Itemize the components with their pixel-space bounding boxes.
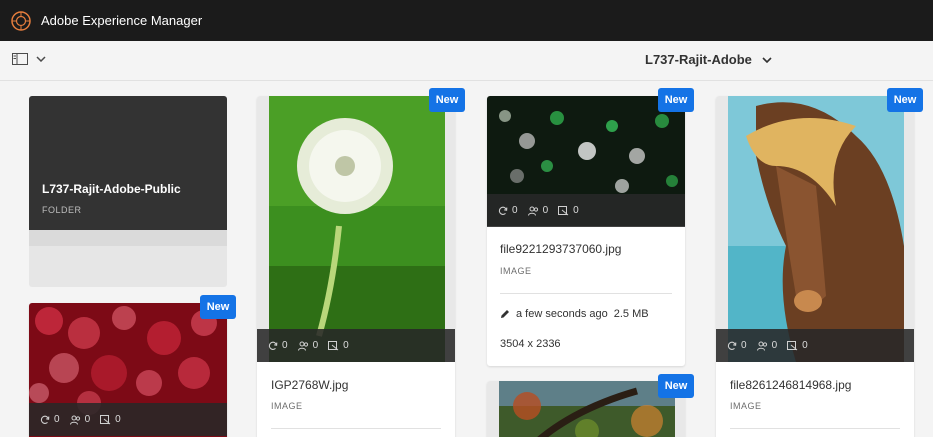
asset-type: IMAGE xyxy=(271,401,303,411)
users-icon xyxy=(527,205,539,216)
task-count: 0 xyxy=(573,205,579,216)
new-badge: New xyxy=(200,295,236,319)
task-count: 0 xyxy=(802,340,808,351)
asset-modified-info: a few seconds ago 2.5 MB xyxy=(500,308,649,320)
asset-type: IMAGE xyxy=(500,266,532,276)
version-count: 0 xyxy=(54,414,60,425)
divider xyxy=(500,293,672,294)
asset-filename: IGP2768W.jpg xyxy=(271,378,349,392)
app-title[interactable]: Adobe Experience Manager xyxy=(41,13,202,28)
sync-icon xyxy=(39,414,50,425)
asset-thumbnail xyxy=(487,381,685,437)
version-count: 0 xyxy=(282,340,288,351)
version-count: 0 xyxy=(512,205,518,216)
sync-icon xyxy=(726,340,737,351)
comment-count: 0 xyxy=(542,205,549,216)
modified-time: a few seconds ago xyxy=(516,308,608,320)
task-icon xyxy=(558,205,569,216)
folder-card[interactable]: L737-Rajit-Adobe-Public FOLDER xyxy=(29,96,227,287)
comment-count: 0 xyxy=(312,340,319,351)
asset-meta-bar: 0 0 0 xyxy=(487,194,685,227)
folder-strip xyxy=(29,230,227,246)
rail-toggle-button[interactable] xyxy=(12,53,46,65)
asset-card[interactable]: 0 0 0 IGP2768W.jpg IMAGE xyxy=(257,96,455,437)
location-title: L737-Rajit-Adobe xyxy=(645,52,752,67)
asset-thumbnail xyxy=(257,96,455,362)
pencil-icon xyxy=(501,310,509,318)
chevron-down-icon xyxy=(762,56,772,63)
users-icon xyxy=(69,414,81,425)
version-count: 0 xyxy=(741,340,747,351)
folder-type: FOLDER xyxy=(42,205,82,215)
toolbar: L737-Rajit-Adobe xyxy=(0,41,933,81)
task-count: 0 xyxy=(343,340,349,351)
location-dropdown[interactable]: L737-Rajit-Adobe xyxy=(645,52,772,67)
asset-card[interactable]: 0 0 0 file9221293737060.jpg IMAGE a few … xyxy=(487,96,685,366)
folder-name: L737-Rajit-Adobe-Public xyxy=(42,182,181,196)
asset-filename: file8261246814968.jpg xyxy=(730,378,852,392)
asset-card[interactable]: 0 0 0 file8261246814968.jpg IMAGE xyxy=(716,96,914,437)
new-badge: New xyxy=(658,374,694,398)
new-badge: New xyxy=(429,88,465,112)
task-icon xyxy=(787,340,798,351)
task-icon xyxy=(100,414,111,425)
asset-meta-bar: 0 0 0 xyxy=(29,403,227,436)
asset-filename: file9221293737060.jpg xyxy=(500,242,622,256)
panel-icon xyxy=(12,53,28,65)
asset-meta-bar: 0 0 0 xyxy=(716,329,914,362)
sync-icon xyxy=(497,205,508,216)
new-badge: New xyxy=(887,88,923,112)
asset-type: IMAGE xyxy=(730,401,762,411)
asset-thumbnail xyxy=(716,96,914,362)
adobe-aem-logo-icon[interactable] xyxy=(10,10,32,32)
file-size: 2.5 MB xyxy=(613,308,649,320)
divider xyxy=(730,428,900,429)
sync-icon xyxy=(267,340,278,351)
asset-dimensions: 3504 x 2336 xyxy=(500,338,561,350)
chevron-down-icon xyxy=(36,56,46,62)
task-count: 0 xyxy=(115,414,121,425)
comment-count: 0 xyxy=(84,414,91,425)
divider xyxy=(271,428,441,429)
comment-count: 0 xyxy=(771,340,778,351)
asset-card[interactable] xyxy=(487,381,685,437)
top-bar: Adobe Experience Manager xyxy=(0,0,933,41)
folder-thumbnail: L737-Rajit-Adobe-Public FOLDER xyxy=(29,96,227,230)
asset-meta-bar: 0 0 0 xyxy=(257,329,455,362)
users-icon xyxy=(297,340,309,351)
task-icon xyxy=(328,340,339,351)
asset-card[interactable]: 0 0 0 xyxy=(29,303,227,437)
new-badge: New xyxy=(658,88,694,112)
users-icon xyxy=(756,340,768,351)
